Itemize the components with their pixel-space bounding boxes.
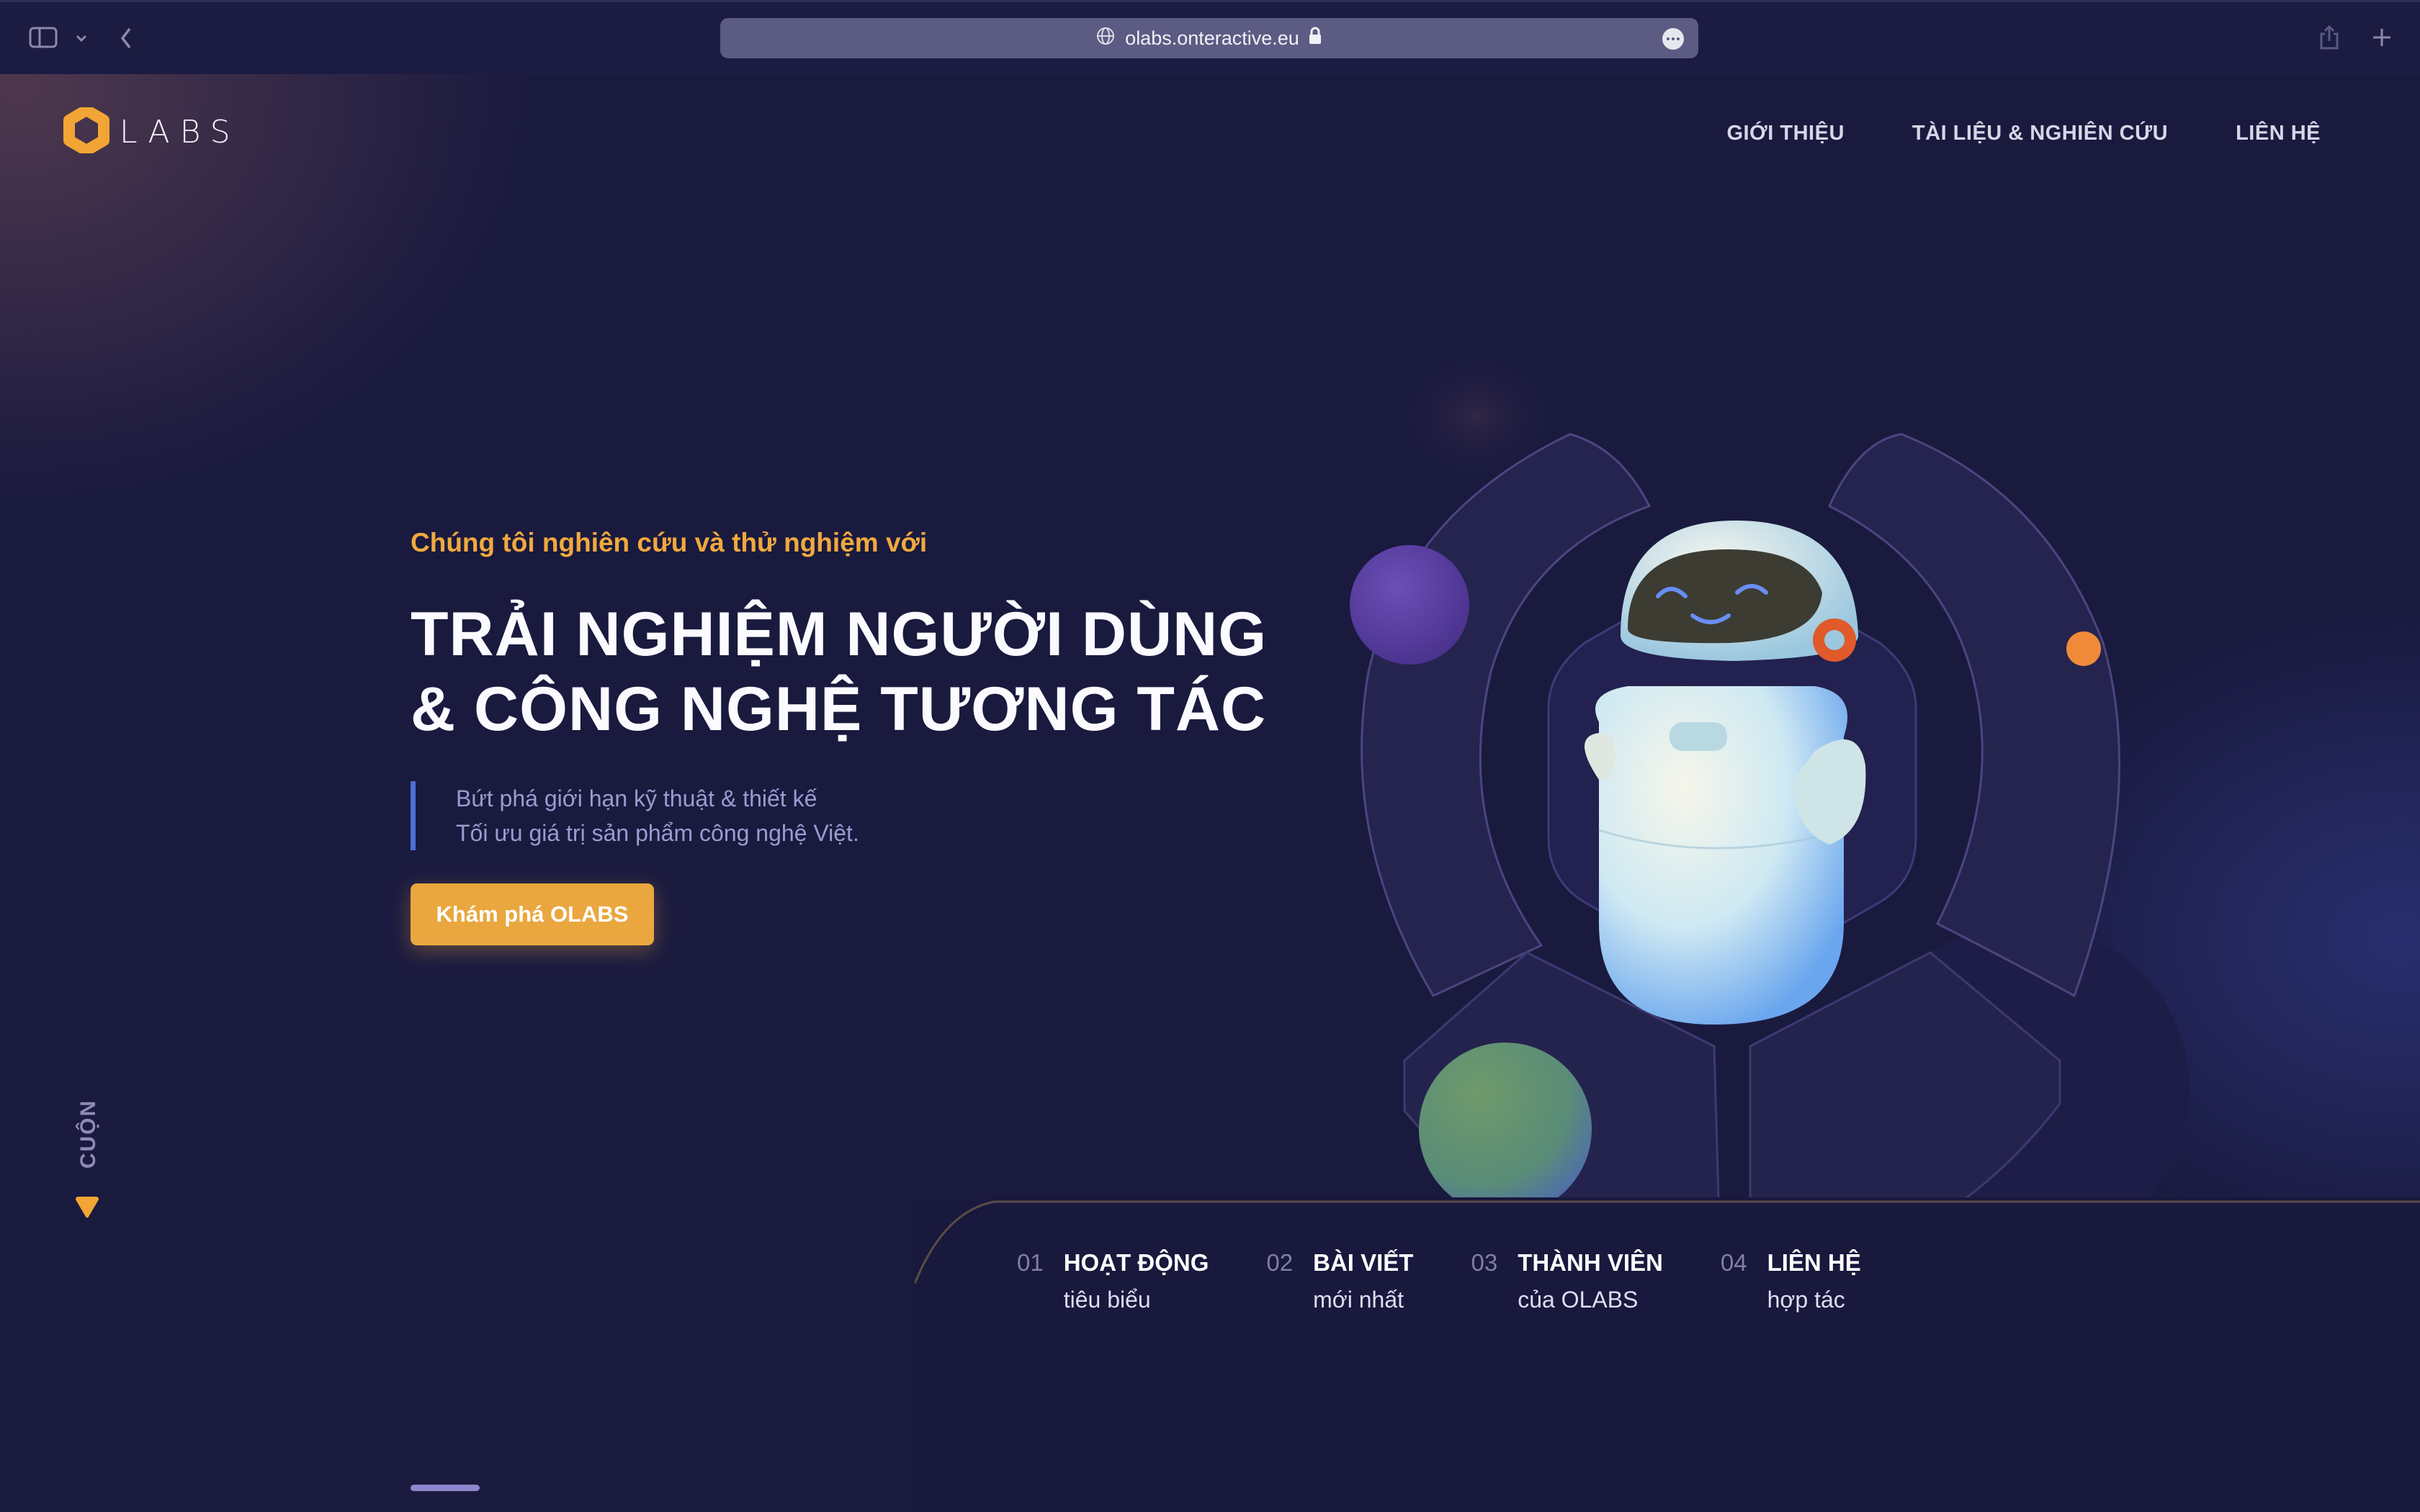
lock-icon — [1308, 27, 1322, 50]
tab-number: 02 — [1266, 1249, 1294, 1276]
tab-subtitle: tiêu biểu — [1063, 1287, 1151, 1313]
share-icon[interactable] — [2316, 22, 2342, 53]
hero-subtext-line: Tối ưu giá trị sản phẩm công nghệ Việt. — [456, 820, 859, 846]
tab-title: THÀNH VIÊN — [1518, 1249, 1663, 1276]
hero-headline: TRẢI NGHIỆM NGƯỜI DÙNG & CÔNG NGHỆ TƯƠNG… — [411, 597, 1267, 747]
tab-title: BÀI VIẾT — [1313, 1249, 1414, 1276]
browser-toolbar: olabs.onteractive.eu — [0, 0, 2420, 76]
tab-subtitle: của OLABS — [1518, 1287, 1639, 1313]
hero-headline-line: & CÔNG NGHỆ TƯƠNG TÁC — [411, 675, 1267, 744]
sidebar-icon[interactable] — [27, 25, 59, 50]
url-text: olabs.onteractive.eu — [1125, 27, 1299, 49]
slide-progress-bar — [411, 1485, 480, 1491]
nav-item-tai-lieu[interactable]: TÀI LIỆU & NGHIÊN CỨU — [1912, 122, 2168, 145]
chevron-down-icon[interactable] — [71, 30, 92, 47]
tab-lien-he[interactable]: 04 LIÊN HỆ hợp tác — [1721, 1249, 1861, 1313]
main-nav: GIỚI THIỆU TÀI LIỆU & NGHIÊN CỨU LIÊN HỆ — [1726, 122, 2321, 145]
tab-title: HOẠT ĐỘNG — [1063, 1249, 1209, 1276]
chevron-left-icon[interactable] — [115, 24, 137, 53]
hero-illustration — [1311, 333, 2218, 1300]
tab-number: 01 — [1017, 1249, 1044, 1276]
section-tabs-panel — [915, 1197, 2420, 1512]
globe-icon — [1096, 27, 1115, 50]
arrow-down-icon — [73, 1195, 102, 1223]
nav-item-lien-he[interactable]: LIÊN HỆ — [2236, 122, 2321, 145]
webpage: LABS GIỚI THIỆU TÀI LIỆU & NGHIÊN CỨU LI… — [0, 74, 2420, 1512]
plus-icon[interactable] — [2370, 25, 2394, 50]
scroll-indicator[interactable]: CUỘN — [68, 1079, 106, 1223]
tab-number: 03 — [1471, 1249, 1498, 1276]
explore-button[interactable]: Khám phá OLABS — [411, 883, 654, 945]
section-tabs: 01 HOẠT ĐỘNG tiêu biểu 02 BÀI VIẾT mới n… — [1017, 1249, 1861, 1313]
tab-title: LIÊN HỆ — [1767, 1249, 1861, 1276]
hero-headline-line: TRẢI NGHIỆM NGƯỜI DÙNG — [411, 600, 1268, 669]
site-logo[interactable]: LABS — [63, 104, 241, 157]
tab-subtitle: hợp tác — [1767, 1287, 1845, 1313]
hero-subtext-line: Bứt phá giới hạn kỹ thuật & thiết kế — [456, 786, 817, 811]
tab-subtitle: mới nhất — [1313, 1287, 1404, 1313]
nav-item-gioi-thieu[interactable]: GIỚI THIỆU — [1726, 122, 1844, 145]
hero-subtext: Bứt phá giới hạn kỹ thuật & thiết kế Tối… — [411, 781, 1267, 850]
hero-section: Chúng tôi nghiên cứu và thử nghiệm với T… — [411, 528, 1267, 945]
address-bar[interactable]: olabs.onteractive.eu — [720, 18, 1698, 58]
tab-thanh-vien[interactable]: 03 THÀNH VIÊN của OLABS — [1471, 1249, 1662, 1313]
logo-mark-icon — [63, 104, 109, 157]
scroll-label: CUỘN — [76, 1099, 101, 1169]
tab-hoat-dong[interactable]: 01 HOẠT ĐỘNG tiêu biểu — [1017, 1249, 1209, 1313]
tab-bai-viet[interactable]: 02 BÀI VIẾT mới nhất — [1266, 1249, 1413, 1313]
ellipsis-icon[interactable] — [1662, 28, 1684, 50]
tab-number: 04 — [1720, 1249, 1747, 1276]
logo-text: LABS — [120, 114, 241, 150]
hero-kicker: Chúng tôi nghiên cứu và thử nghiệm với — [411, 528, 928, 557]
